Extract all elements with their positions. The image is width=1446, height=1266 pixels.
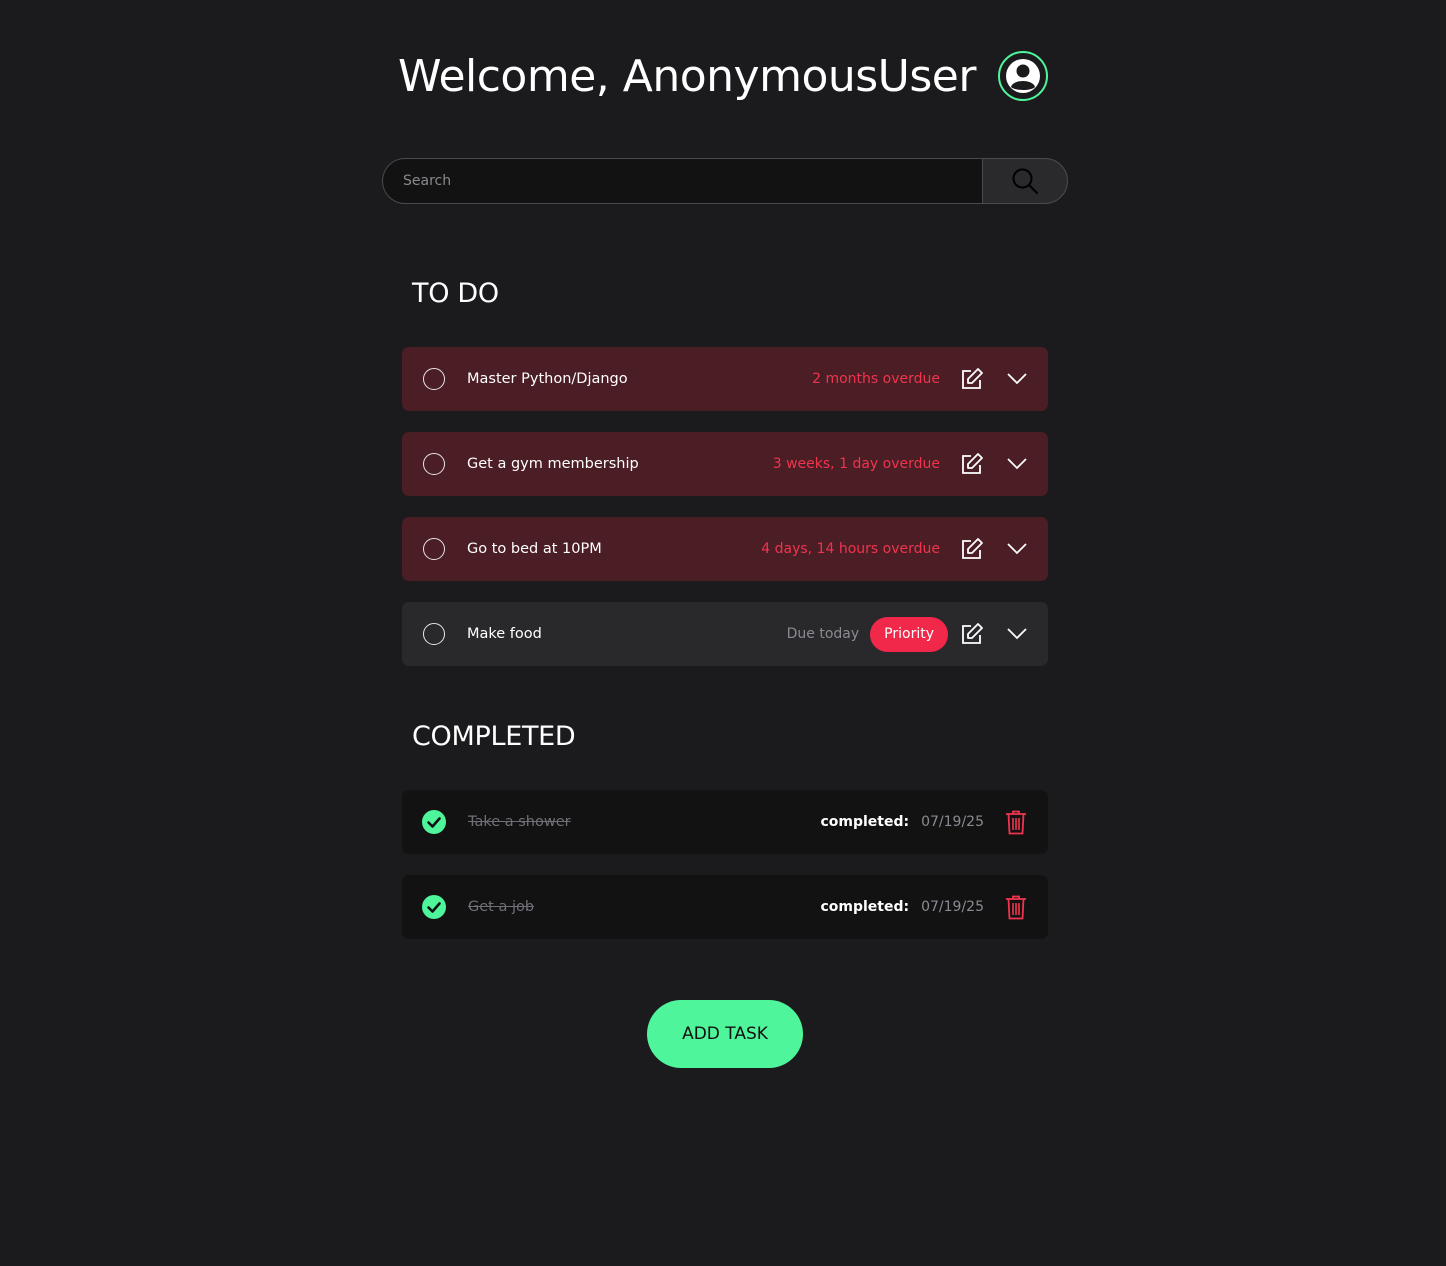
complete-checkbox[interactable]: [423, 368, 445, 390]
edit-button[interactable]: [960, 367, 984, 391]
task-name: Get a job: [468, 899, 535, 915]
user-icon: [1005, 59, 1040, 93]
complete-checkbox[interactable]: [423, 453, 445, 475]
expand-button[interactable]: [1006, 538, 1028, 560]
avatar[interactable]: [997, 51, 1048, 101]
chevron-down-icon: [1007, 628, 1027, 640]
search-button[interactable]: [982, 158, 1068, 204]
todo-section-title: TO DO: [412, 278, 499, 309]
trash-icon: [1006, 810, 1026, 834]
task-name: Take a shower: [468, 814, 571, 830]
task-name: Go to bed at 10PM: [467, 541, 602, 557]
task-name: Get a gym membership: [467, 456, 639, 472]
edit-button[interactable]: [960, 537, 984, 561]
due-status: 2 months overdue: [812, 371, 940, 387]
edit-icon: [962, 538, 983, 559]
complete-checkbox[interactable]: [423, 623, 445, 645]
task-name: Master Python/Django: [467, 371, 628, 387]
completed-task-row: Get a job completed: 07/19/25: [402, 875, 1048, 939]
edit-icon: [962, 453, 983, 474]
task-row[interactable]: Master Python/Django 2 months overdue: [402, 347, 1048, 411]
task-name: Make food: [467, 626, 542, 642]
search-input[interactable]: [382, 158, 982, 204]
delete-button[interactable]: [1004, 809, 1028, 835]
delete-button[interactable]: [1004, 894, 1028, 920]
completed-label: completed:: [820, 899, 910, 915]
due-status: 4 days, 14 hours overdue: [761, 541, 940, 557]
trash-icon: [1006, 895, 1026, 919]
check-circle-icon[interactable]: [422, 895, 446, 919]
completed-task-row: Take a shower completed: 07/19/25: [402, 790, 1048, 854]
task-row[interactable]: Make food Due today Priority: [402, 602, 1048, 666]
page: Welcome, AnonymousUser TO DO Master Pyth…: [0, 0, 1446, 1266]
search-icon: [1012, 168, 1038, 194]
due-status: 3 weeks, 1 day overdue: [772, 456, 940, 472]
edit-icon: [962, 368, 983, 389]
welcome-title: Welcome, AnonymousUser: [398, 50, 976, 102]
expand-button[interactable]: [1006, 623, 1028, 645]
completed-label: completed:: [820, 814, 910, 830]
chevron-down-icon: [1007, 458, 1027, 470]
task-row[interactable]: Go to bed at 10PM 4 days, 14 hours overd…: [402, 517, 1048, 581]
expand-button[interactable]: [1006, 368, 1028, 390]
completed-section-title: COMPLETED: [412, 721, 576, 752]
due-status: Due today: [786, 626, 860, 642]
expand-button[interactable]: [1006, 453, 1028, 475]
add-task-button[interactable]: ADD TASK: [647, 1000, 803, 1068]
edit-icon: [962, 623, 983, 644]
edit-button[interactable]: [960, 622, 984, 646]
header: Welcome, AnonymousUser: [0, 46, 1446, 106]
edit-button[interactable]: [960, 452, 984, 476]
task-row[interactable]: Get a gym membership 3 weeks, 1 day over…: [402, 432, 1048, 496]
priority-badge: Priority: [870, 616, 948, 652]
complete-checkbox[interactable]: [423, 538, 445, 560]
completed-date: 07/19/25: [921, 814, 984, 830]
check-circle-icon[interactable]: [422, 810, 446, 834]
completed-date: 07/19/25: [921, 899, 984, 915]
chevron-down-icon: [1007, 373, 1027, 385]
chevron-down-icon: [1007, 543, 1027, 555]
search-bar: [382, 158, 1068, 204]
